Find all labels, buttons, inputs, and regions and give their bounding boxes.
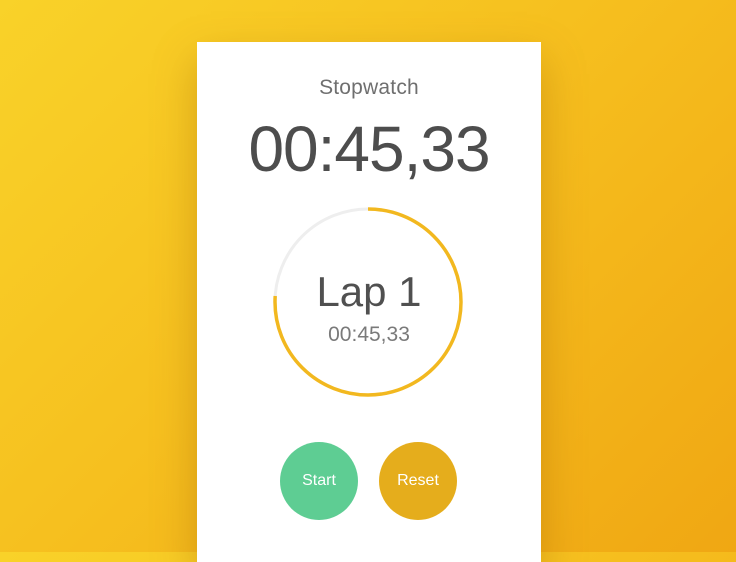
reset-button[interactable]: Reset [379,442,457,520]
page-title: Stopwatch [319,76,419,99]
lap-time: 00:45,33 [328,323,410,346]
lap-label: Lap 1 [316,268,422,315]
elapsed-time-display: 00:45,33 [248,113,490,185]
start-button[interactable]: Start [280,442,358,520]
stopwatch-card: Stopwatch 00:45,33 Lap 1 00:45,33 Start … [197,42,541,562]
